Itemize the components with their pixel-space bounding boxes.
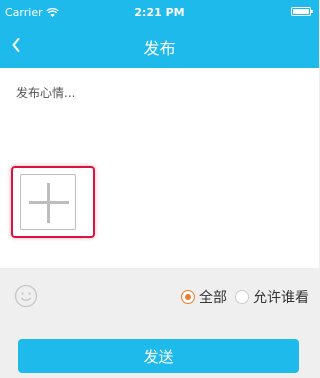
radio-checked-icon <box>181 290 195 304</box>
radio-unchecked-icon <box>235 290 249 304</box>
add-photo-button[interactable] <box>20 174 76 230</box>
radio-all[interactable]: 全部 <box>181 287 227 307</box>
post-options-bar: 全部 允许谁看 <box>0 268 319 326</box>
nav-bar: 发布 <box>0 24 319 68</box>
radio-all-label: 全部 <box>199 290 227 306</box>
battery-icon <box>291 7 313 16</box>
status-time: 2:21 PM <box>134 6 185 19</box>
top-bar: Carrier 2:21 PM 发布 <box>0 0 319 68</box>
send-button[interactable]: 发送 <box>18 339 299 373</box>
radio-who-can-see[interactable]: 允许谁看 <box>235 287 309 307</box>
post-text-area[interactable]: 发布心情... <box>0 68 319 268</box>
post-placeholder: 发布心情... <box>16 86 76 100</box>
smiley-icon[interactable] <box>14 284 38 308</box>
visibility-radio-group: 全部 允许谁看 <box>173 287 309 307</box>
page-title: 发布 <box>143 39 176 58</box>
add-photo-highlight <box>11 166 95 238</box>
radio-who-can-see-label: 允许谁看 <box>253 290 309 306</box>
status-bar: Carrier 2:21 PM <box>0 0 319 24</box>
